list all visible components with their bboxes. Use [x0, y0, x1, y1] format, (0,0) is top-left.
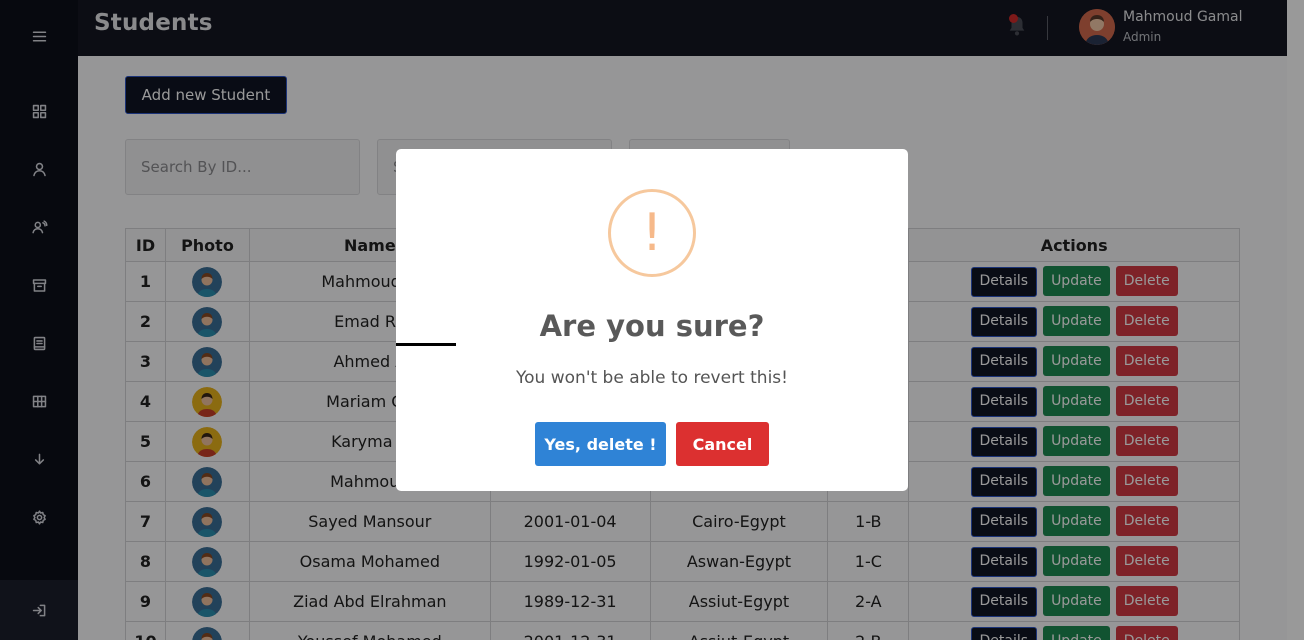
dialog-text: You won't be able to revert this! — [516, 368, 788, 388]
confirm-dialog: ! Are you sure? You won't be able to rev… — [396, 149, 908, 491]
dialog-title: Are you sure? — [539, 309, 765, 343]
warning-icon: ! — [608, 189, 696, 277]
confirm-delete-button[interactable]: Yes, delete ! — [535, 422, 666, 466]
cancel-button[interactable]: Cancel — [676, 422, 769, 466]
modal-focus-line — [396, 343, 456, 346]
